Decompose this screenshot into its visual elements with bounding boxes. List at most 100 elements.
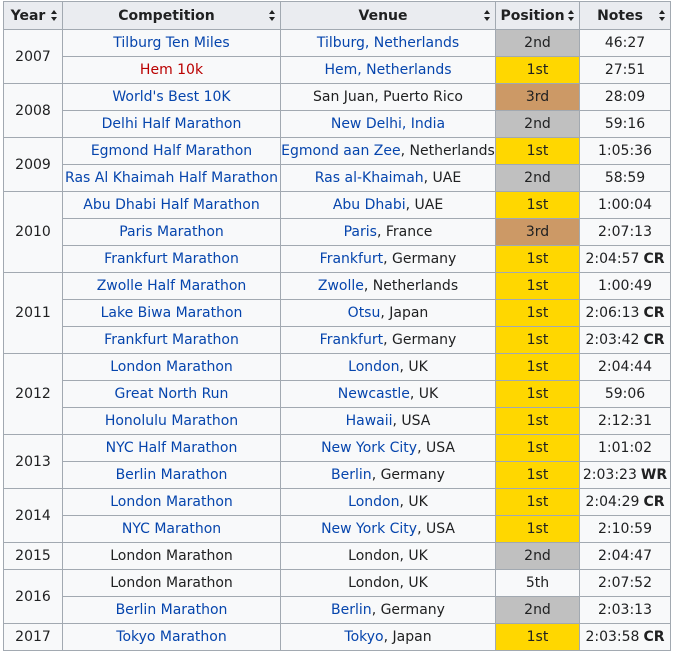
venue-link[interactable]: Hawaii <box>346 413 393 429</box>
time-text: 2:03:13 <box>598 602 652 618</box>
venue-link[interactable]: Newcastle <box>338 386 410 402</box>
year-header[interactable]: Year <box>3 1 63 30</box>
time-text: 1:00:49 <box>598 278 652 294</box>
venue-text: , USA <box>417 440 455 456</box>
notes-cell: 2:07:52 <box>579 569 671 597</box>
competition-link[interactable]: Zwolle Half Marathon <box>97 278 247 294</box>
sort-icon[interactable] <box>51 10 58 21</box>
venue-link[interactable]: Frankfurt <box>320 332 383 348</box>
sort-icon[interactable] <box>659 10 666 21</box>
competition-text: London Marathon <box>110 548 233 564</box>
venue-text: San Juan, Puerto Rico <box>313 89 463 105</box>
notes-cell: 2:04:44 <box>579 353 671 381</box>
sort-icon[interactable] <box>568 10 575 21</box>
venue-link[interactable]: Otsu <box>348 305 381 321</box>
venue-cell: Hawaii, USA <box>280 407 496 435</box>
position-cell: 1st <box>495 380 580 408</box>
header-row: Year Competition Venue Position Notes <box>3 1 671 30</box>
competition-header[interactable]: Competition <box>62 1 281 30</box>
time-text: 46:27 <box>604 35 646 51</box>
venue-cell: Tilburg, Netherlands <box>280 29 496 57</box>
venue-link[interactable]: New York City <box>321 521 417 537</box>
time-text: 2:07:52 <box>598 575 652 591</box>
competition-cell: Abu Dhabi Half Marathon <box>62 191 281 219</box>
position-header[interactable]: Position <box>495 1 580 30</box>
record-badge: CR <box>643 251 665 267</box>
competition-link[interactable]: Frankfurt Marathon <box>104 251 239 267</box>
competition-cell: Frankfurt Marathon <box>62 326 281 354</box>
competition-link[interactable]: Ras Al Khaimah Half Marathon <box>65 170 278 186</box>
venue-text: , Netherlands <box>363 278 459 294</box>
competition-link[interactable]: NYC Half Marathon <box>106 440 238 456</box>
competition-link[interactable]: London Marathon <box>110 359 233 375</box>
venue-link[interactable]: Berlin <box>331 602 372 618</box>
table-row: Delhi Half Marathon New Delhi, India 2nd 59… <box>4 110 671 138</box>
table-row: Great North Run Newcastle, UK 1st 59:06 <box>4 380 671 408</box>
venue-link[interactable]: Abu Dhabi <box>333 197 406 213</box>
venue-link[interactable]: Ras al-Khaimah <box>315 170 424 186</box>
table-row: Hem 10k Hem, Netherlands 1st 27:51 <box>4 56 671 84</box>
competition-link[interactable]: London Marathon <box>110 494 233 510</box>
venue-cell: Berlin, Germany <box>280 596 496 624</box>
position-cell: 1st <box>495 623 580 651</box>
venue-link[interactable]: Berlin <box>331 467 372 483</box>
competition-link[interactable]: Honolulu Marathon <box>105 413 238 429</box>
notes-cell: 2:06:13 CR <box>579 299 671 327</box>
venue-text: , France <box>376 224 433 240</box>
competition-cell: Hem 10k <box>62 56 281 84</box>
venue-cell: Newcastle, UK <box>280 380 496 408</box>
venue-link[interactable]: New Delhi, India <box>331 116 445 132</box>
position-cell: 1st <box>495 326 580 354</box>
competition-link[interactable]: Egmond Half Marathon <box>91 143 252 159</box>
year-cell: 2014 <box>3 488 63 543</box>
time-text: 1:00:04 <box>598 197 652 213</box>
venue-link[interactable]: Tokyo <box>344 629 383 645</box>
venue-link[interactable]: Egmond aan Zee <box>282 143 401 159</box>
notes-header[interactable]: Notes <box>579 1 671 30</box>
notes-cell: 27:51 <box>579 56 671 84</box>
venue-link[interactable]: Frankfurt <box>320 251 383 267</box>
competition-link[interactable]: Tilburg Ten Miles <box>113 35 229 51</box>
competition-link[interactable]: Tokyo Marathon <box>116 629 226 645</box>
venue-link[interactable]: Tilburg, Netherlands <box>317 35 459 51</box>
notes-cell: 2:04:47 <box>579 542 671 570</box>
venue-header[interactable]: Venue <box>280 1 496 30</box>
notes-cell: 2:04:29 CR <box>579 488 671 516</box>
venue-text: , Germany <box>371 602 445 618</box>
venue-link[interactable]: Zwolle <box>318 278 364 294</box>
competition-link[interactable]: Berlin Marathon <box>116 602 228 618</box>
venue-link[interactable]: Hem, Netherlands <box>324 62 451 78</box>
time-text: 1:01:02 <box>598 440 652 456</box>
competition-link[interactable]: Lake Biwa Marathon <box>101 305 243 321</box>
sort-icon[interactable] <box>269 10 276 21</box>
competition-link[interactable]: World's Best 10K <box>112 89 230 105</box>
year-cell: 2007 <box>3 29 63 84</box>
venue-cell: Otsu, Japan <box>280 299 496 327</box>
sort-icon[interactable] <box>484 10 491 21</box>
position-cell: 2nd <box>495 596 580 624</box>
year-cell: 2016 <box>3 569 63 624</box>
competition-link[interactable]: Berlin Marathon <box>116 467 228 483</box>
competition-cell: Berlin Marathon <box>62 461 281 489</box>
position-cell: 2nd <box>495 110 580 138</box>
competition-cell: Paris Marathon <box>62 218 281 246</box>
competition-link[interactable]: NYC Marathon <box>122 521 221 537</box>
venue-link[interactable]: London <box>348 494 399 510</box>
competition-link[interactable]: Frankfurt Marathon <box>104 332 239 348</box>
time-text: 2:04:44 <box>598 359 652 375</box>
venue-cell: London, UK <box>280 488 496 516</box>
notes-cell: 1:00:49 <box>579 272 671 300</box>
competition-cell: Frankfurt Marathon <box>62 245 281 273</box>
competition-link[interactable]: Abu Dhabi Half Marathon <box>83 197 259 213</box>
competition-link[interactable]: Great North Run <box>115 386 229 402</box>
venue-link[interactable]: Paris <box>344 224 377 240</box>
competition-link[interactable]: Delhi Half Marathon <box>102 116 242 132</box>
competition-link[interactable]: Paris Marathon <box>119 224 224 240</box>
venue-link[interactable]: New York City <box>321 440 417 456</box>
venue-link[interactable]: London <box>348 359 399 375</box>
position-cell: 1st <box>495 137 580 165</box>
record-badge: CR <box>643 305 665 321</box>
venue-cell: Frankfurt, Germany <box>280 326 496 354</box>
venue-cell: Frankfurt, Germany <box>280 245 496 273</box>
competition-link[interactable]: Hem 10k <box>140 62 203 78</box>
